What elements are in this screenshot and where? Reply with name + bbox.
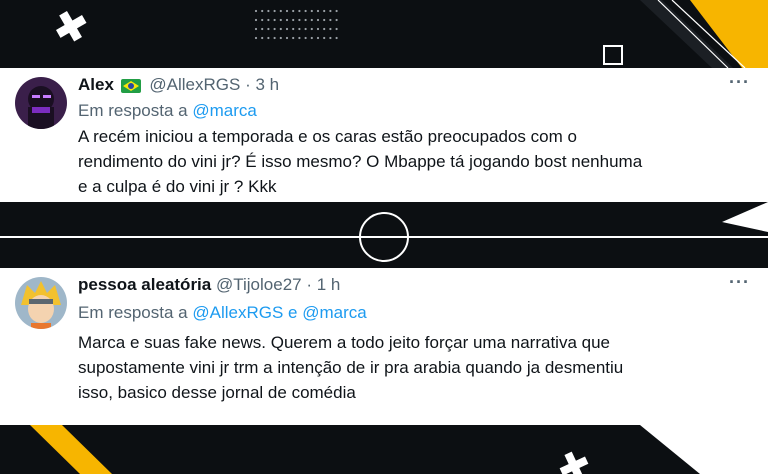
grid-dot — [254, 36, 258, 40]
grid-dot — [292, 36, 295, 40]
grid-dot — [304, 36, 307, 40]
tweet-text-line: supostamente vini jr trm a intenção de i… — [78, 358, 624, 377]
grid-dot — [273, 18, 276, 22]
reply-context: Em resposta a @AllexRGS e @marca — [78, 302, 367, 324]
grid-dot — [285, 9, 289, 13]
grid-dot — [261, 27, 264, 31]
grid-dot — [254, 18, 258, 22]
tweet-text: A recém iniciou a temporada e os caras e… — [78, 124, 748, 199]
separator: · — [245, 75, 251, 94]
tweet-text-line: rendimento do vini jr? É isso mesmo? O M… — [78, 152, 643, 171]
grid-dot — [329, 27, 332, 31]
grid-dot — [310, 36, 313, 40]
grid-dot — [329, 9, 332, 13]
grid-dot — [267, 36, 270, 40]
grid-dot — [273, 9, 276, 13]
grid-dot — [316, 36, 320, 40]
grid-dot — [335, 36, 338, 40]
grid-dot — [310, 27, 313, 31]
grid-dot — [298, 27, 301, 31]
grid-dot — [310, 9, 313, 13]
display-name[interactable]: Alex — [78, 75, 114, 94]
grid-dot — [292, 9, 295, 13]
handle[interactable]: @AllexRGS — [149, 75, 240, 94]
grid-dot — [261, 36, 264, 40]
grid-dot — [304, 27, 307, 31]
tweet-text-line: A recém iniciou a temporada e os caras e… — [78, 127, 577, 146]
tweet-header: Alex @AllexRGS · 3 h — [78, 74, 279, 96]
tweet-text-line: Marca e suas fake news. Querem a todo je… — [78, 333, 610, 352]
timestamp[interactable]: 3 h — [255, 75, 279, 94]
reply-mention-marca[interactable]: @marca — [192, 101, 257, 120]
grid-dot — [279, 9, 282, 13]
tweet-header: pessoa aleatória @Tijoloe27 · 1 h — [78, 274, 340, 296]
tweet-text: Marca e suas fake news. Querem a todo je… — [78, 330, 748, 405]
reply-mention-marca[interactable]: @marca — [302, 303, 367, 322]
handle[interactable]: @Tijoloe27 — [216, 275, 302, 294]
grid-dot — [316, 27, 320, 31]
more-options-icon[interactable]: ··· — [729, 272, 750, 293]
tweet-card[interactable]: pessoa aleatória @Tijoloe27 · 1 h ··· Em… — [0, 268, 768, 425]
grid-dot — [329, 36, 332, 40]
grid-dot — [323, 36, 326, 40]
grid-dot — [273, 36, 276, 40]
grid-dot — [292, 27, 295, 31]
grid-dot — [298, 36, 301, 40]
grid-dot — [279, 18, 282, 22]
grid-dot — [304, 18, 307, 22]
reply-mention-allexrgs[interactable]: @AllexRGS — [192, 303, 283, 322]
grid-dot — [267, 9, 270, 13]
grid-dot — [279, 36, 282, 40]
reply-prefix: Em resposta a — [78, 303, 188, 322]
display-name[interactable]: pessoa aleatória — [78, 275, 211, 294]
grid-dot — [285, 18, 289, 22]
grid-dot — [261, 9, 264, 13]
grid-dot — [329, 18, 332, 22]
reply-and: e — [288, 303, 298, 322]
timestamp[interactable]: 1 h — [317, 275, 341, 294]
grid-dot — [261, 18, 264, 22]
tweet-text-line: isso, basico desse jornal de comédia — [78, 383, 356, 402]
separator: · — [306, 275, 313, 294]
tweet-card[interactable]: Alex @AllexRGS · 3 h ··· Em resposta a @… — [0, 68, 768, 202]
grid-dot — [316, 9, 320, 13]
grid-dot — [285, 36, 289, 40]
grid-dot — [292, 18, 295, 22]
grid-dot — [298, 9, 301, 13]
grid-dot — [254, 9, 258, 13]
grid-dot — [267, 27, 270, 31]
grid-dot — [323, 27, 326, 31]
more-options-icon[interactable]: ··· — [729, 72, 750, 93]
avatar[interactable] — [15, 77, 67, 129]
grid-dot — [323, 18, 326, 22]
grid-dot — [335, 18, 338, 22]
grid-dot — [323, 9, 326, 13]
grid-dot — [304, 9, 307, 13]
grid-dot — [335, 9, 338, 13]
grid-dot — [254, 27, 258, 31]
grid-dot — [267, 18, 270, 22]
grid-dot — [310, 18, 313, 22]
reply-prefix: Em resposta a — [78, 101, 188, 120]
grid-dot — [285, 27, 289, 31]
avatar[interactable] — [15, 277, 67, 329]
brazil-flag-icon — [120, 78, 141, 93]
grid-dot — [335, 27, 338, 31]
tweet-text-line: e a culpa é do vini jr ? Kkk — [78, 177, 277, 196]
reply-context: Em resposta a @marca — [78, 100, 257, 122]
grid-dot — [316, 18, 320, 22]
grid-dot — [279, 27, 282, 31]
grid-dot — [298, 18, 301, 22]
grid-dot — [273, 27, 276, 31]
